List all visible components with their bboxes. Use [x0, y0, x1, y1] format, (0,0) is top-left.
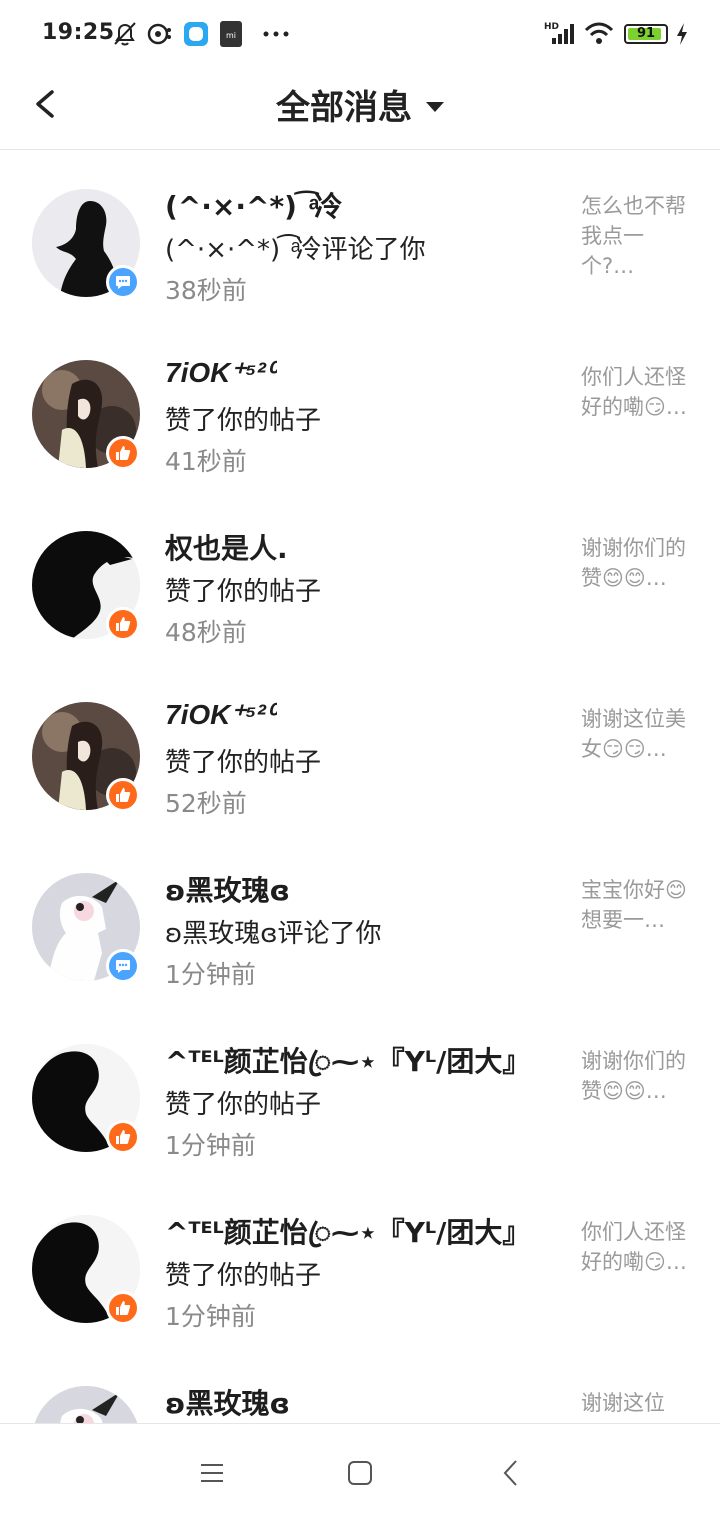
status-time: 19:25 — [42, 20, 115, 45]
message-row[interactable]: ʚ黑玫瑰ɞ ʚ黑玫瑰ɞ评论了你 1分钟前 宝宝你好😊想要一… — [0, 835, 720, 1006]
app-icon — [183, 20, 209, 52]
page-title: 全部消息 — [276, 88, 412, 128]
message-time: 1分钟前 — [165, 960, 256, 989]
message-time: 1分钟前 — [165, 1302, 256, 1331]
menu-button[interactable] — [197, 1458, 227, 1488]
home-square-icon — [348, 1461, 372, 1485]
sender-name[interactable]: ʚ黑玫瑰ɞ — [165, 869, 290, 909]
message-row[interactable]: 7iOK⁺⁵²⁰ 赞了你的帖子 41秒前 你们人还怪好的嘞😏… — [0, 322, 720, 493]
message-row[interactable]: 7iOK⁺⁵²⁰ 赞了你的帖子 52秒前 谢谢这位美女😏😏… — [0, 664, 720, 835]
menu-icon — [201, 1464, 223, 1482]
thumbs-up-icon — [106, 778, 140, 812]
message-row[interactable]: ^ᵀᴱᴸ颜芷怡ꦿ⁓⋆『Yᴸ/团大』 赞了你的帖子 1分钟前 你们人还怪好的嘞😏… — [0, 1177, 720, 1348]
header: 全部消息 — [0, 70, 720, 150]
message-action: ʚ黑玫瑰ɞ评论了你 — [165, 919, 382, 949]
caret-down-icon — [426, 101, 444, 112]
message-row[interactable]: (^·×·^*) ͡ ͣ冷 (^·×·^*) ͡ ͣ冷评论了你 38秒前 怎么也不帮我… — [0, 151, 720, 322]
message-row[interactable]: 权也是人. 赞了你的帖子 48秒前 谢谢你们的赞😊😊… — [0, 493, 720, 664]
battery-text: 91 — [636, 26, 656, 41]
message-time: 38秒前 — [165, 276, 247, 305]
message-action: 赞了你的帖子 — [165, 748, 322, 778]
sender-name[interactable]: 7iOK⁺⁵²⁰ — [165, 698, 277, 731]
post-preview[interactable]: 谢谢你们的赞😊😊… — [581, 1046, 691, 1106]
music-icon — [147, 20, 173, 52]
message-time: 41秒前 — [165, 447, 247, 476]
thumbs-up-icon — [106, 1291, 140, 1325]
message-time: 1分钟前 — [165, 1131, 256, 1160]
battery-indicator: 91 — [624, 24, 668, 44]
post-preview[interactable]: 谢谢你们的赞😊😊… — [581, 533, 691, 593]
svg-text:HD: HD — [544, 22, 559, 32]
thumbs-up-icon — [106, 1120, 140, 1154]
wifi-icon — [584, 20, 614, 52]
message-row[interactable]: ^ᵀᴱᴸ颜芷怡ꦿ⁓⋆『Yᴸ/团大』 赞了你的帖子 1分钟前 谢谢你们的赞😊😊… — [0, 1006, 720, 1177]
thumbs-up-icon — [106, 436, 140, 470]
message-action: 赞了你的帖子 — [165, 1090, 322, 1120]
message-action: (^·×·^*) ͡ ͣ冷评论了你 — [165, 235, 426, 265]
system-nav-bar — [0, 1423, 720, 1520]
message-time: 48秒前 — [165, 618, 247, 647]
avatar[interactable] — [32, 1386, 140, 1423]
sender-name[interactable]: 权也是人. — [165, 527, 288, 567]
hd-signal-icon: HD — [544, 20, 576, 52]
sender-name[interactable]: 7iOK⁺⁵²⁰ — [165, 356, 277, 389]
more-dots-icon — [262, 20, 292, 52]
post-preview[interactable]: 你们人还怪好的嘞😏… — [581, 1217, 691, 1277]
post-preview[interactable]: 谢谢这位美女😏😏… — [581, 704, 691, 764]
sender-name[interactable]: (^·×·^*) ͡ ͣ冷 — [165, 185, 342, 225]
thumbs-up-icon — [106, 607, 140, 641]
sender-name[interactable]: ʚ黑玫瑰ɞ — [165, 1382, 290, 1422]
message-action: 赞了你的帖子 — [165, 406, 322, 436]
message-filter-dropdown[interactable]: 全部消息 — [0, 80, 720, 129]
svg-text:mi: mi — [226, 31, 236, 40]
post-preview[interactable]: 你们人还怪好的嘞😏… — [581, 362, 691, 422]
message-action: 赞了你的帖子 — [165, 577, 322, 607]
message-time: 52秒前 — [165, 789, 247, 818]
mi-icon: mi — [219, 20, 245, 52]
status-bar: 19:25 mi HD 91 — [0, 0, 720, 70]
post-preview[interactable]: 怎么也不帮我点一个?… — [581, 191, 691, 281]
post-preview[interactable]: 谢谢这位 — [581, 1388, 691, 1418]
charging-icon — [674, 20, 690, 52]
home-button[interactable] — [345, 1458, 375, 1488]
comment-icon — [106, 265, 140, 299]
system-back-button[interactable] — [496, 1458, 526, 1488]
bell-off-icon — [112, 20, 138, 52]
back-triangle-icon — [503, 1460, 517, 1486]
comment-icon — [106, 949, 140, 983]
message-action: 赞了你的帖子 — [165, 1261, 322, 1291]
message-row[interactable]: ʚ黑玫瑰ɞ 谢谢这位 — [0, 1348, 720, 1423]
message-list[interactable]: (^·×·^*) ͡ ͣ冷 (^·×·^*) ͡ ͣ冷评论了你 38秒前 怎么也不帮我… — [0, 151, 720, 1423]
post-preview[interactable]: 宝宝你好😊想要一… — [581, 875, 691, 935]
